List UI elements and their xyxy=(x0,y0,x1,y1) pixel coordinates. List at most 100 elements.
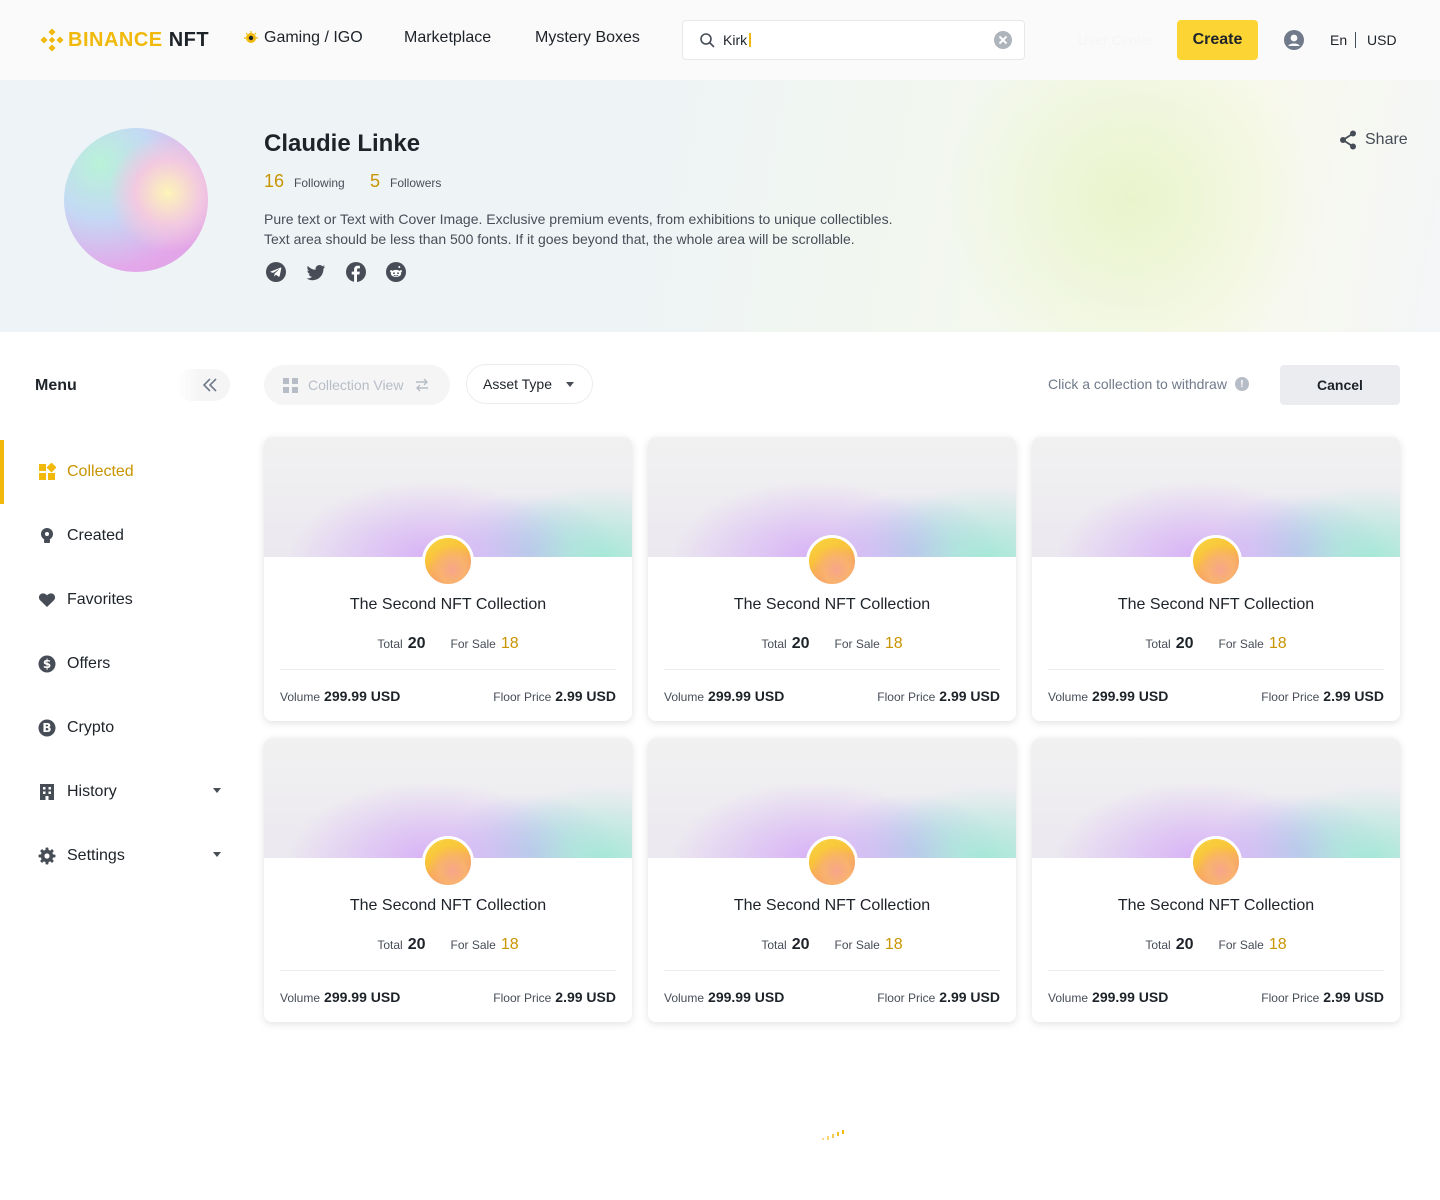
sidebar-item-collected[interactable]: Collected xyxy=(0,440,240,504)
logo-suffix: NFT xyxy=(168,28,210,51)
for-sale-label: For Sale xyxy=(1218,637,1264,651)
collection-counts: Total 20 For Sale 18 xyxy=(1032,635,1400,653)
clear-search-icon[interactable] xyxy=(994,31,1012,49)
floor-price-stat: Floor Price 2.99 USD xyxy=(1261,688,1384,706)
collection-counts: Total 20 For Sale 18 xyxy=(648,936,1016,954)
create-button[interactable]: Create xyxy=(1177,20,1258,60)
chevron-down-icon xyxy=(213,852,221,857)
floor-price-label: Floor Price xyxy=(1261,991,1320,1005)
sidebar-item-offers[interactable]: $ Offers xyxy=(0,632,240,696)
volume-stat: Volume 299.99 USD xyxy=(280,989,400,1007)
reddit-icon[interactable] xyxy=(386,262,406,282)
profile-banner xyxy=(0,80,1440,332)
nav-marketplace[interactable]: Marketplace xyxy=(404,29,491,47)
binance-logo-icon xyxy=(40,28,64,52)
collection-stats: Volume 299.99 USD Floor Price 2.99 USD xyxy=(280,989,616,1007)
search-input[interactable]: Kirk xyxy=(723,32,747,48)
nav-gaming-igo[interactable]: Gaming / IGO xyxy=(244,29,363,47)
floor-price-stat: Floor Price 2.99 USD xyxy=(493,688,616,706)
asset-type-dropdown[interactable]: Asset Type xyxy=(466,364,593,404)
user-profile-icon[interactable] xyxy=(1284,30,1304,50)
sidebar-item-crypto[interactable]: B Crypto xyxy=(0,696,240,760)
collection-stats: Volume 299.99 USD Floor Price 2.99 USD xyxy=(1048,989,1384,1007)
sidebar-item-label: Offers xyxy=(67,655,111,672)
floor-price-label: Floor Price xyxy=(877,690,936,704)
language-selector[interactable]: En xyxy=(1330,32,1347,48)
bulb-icon xyxy=(41,528,53,543)
collection-logo xyxy=(1190,836,1242,888)
collection-card[interactable]: The Second NFT Collection Total 20 For Sale… xyxy=(264,437,632,721)
binance-nft-logo[interactable]: BINANCE NFT xyxy=(40,28,209,52)
volume-value: 299.99 USD xyxy=(324,989,401,1005)
floor-price-value: 2.99 USD xyxy=(939,688,1000,704)
share-button[interactable]: Share xyxy=(1339,130,1408,150)
sidebar-item-created[interactable]: Created xyxy=(0,504,240,568)
twitter-icon[interactable] xyxy=(306,262,326,282)
for-sale-label: For Sale xyxy=(1218,938,1264,952)
card-divider xyxy=(1048,970,1384,971)
following-stat[interactable]: 16 Following xyxy=(264,171,345,192)
card-divider xyxy=(664,970,1000,971)
for-sale-label: For Sale xyxy=(450,938,496,952)
following-label: Following xyxy=(294,176,345,190)
info-icon[interactable]: ! xyxy=(1234,377,1249,391)
sidebar-item-label: Crypto xyxy=(67,719,115,736)
followers-stat[interactable]: 5 Followers xyxy=(370,171,441,192)
collection-card[interactable]: The Second NFT Collection Total 20 For Sale… xyxy=(648,437,1016,721)
swap-icon xyxy=(416,378,429,392)
sidebar-item-history[interactable]: History xyxy=(0,760,240,824)
total-label: Total xyxy=(1145,637,1171,651)
view-toggle-label: Collection View xyxy=(308,377,404,393)
sidebar-item-favorites[interactable]: Favorites xyxy=(0,568,240,632)
followers-count: 5 xyxy=(370,171,381,191)
for-sale-value: 18 xyxy=(1268,635,1287,652)
search-icon xyxy=(700,33,715,48)
for-sale-value: 18 xyxy=(500,936,519,953)
dollar-icon: $ xyxy=(38,655,56,673)
collection-title: The Second NFT Collection xyxy=(1117,596,1315,613)
collection-card[interactable]: The Second NFT Collection Total 20 For Sale… xyxy=(264,738,632,1022)
floor-price-label: Floor Price xyxy=(493,991,552,1005)
collection-logo xyxy=(1190,535,1242,587)
cancel-button[interactable]: Cancel xyxy=(1280,365,1400,405)
collection-card[interactable]: The Second NFT Collection Total 20 For Sale… xyxy=(648,738,1016,1022)
volume-label: Volume xyxy=(664,690,705,704)
collection-title: The Second NFT Collection xyxy=(733,596,931,613)
building-icon xyxy=(40,784,54,800)
volume-stat: Volume 299.99 USD xyxy=(664,989,784,1007)
volume-label: Volume xyxy=(280,991,321,1005)
collection-title: The Second NFT Collection xyxy=(733,897,931,914)
total-value: 20 xyxy=(791,936,810,953)
total-value: 20 xyxy=(1175,936,1194,953)
collapse-sidebar-button[interactable] xyxy=(176,369,230,401)
search-box[interactable]: Kirk xyxy=(682,20,1025,60)
for-sale-value: 18 xyxy=(1268,936,1287,953)
following-count: 16 xyxy=(264,171,285,191)
for-sale-value: 18 xyxy=(500,635,519,652)
telegram-icon[interactable] xyxy=(266,262,286,282)
sidebar-item-label: Collected xyxy=(67,463,134,480)
collection-card[interactable]: The Second NFT Collection Total 20 For Sale… xyxy=(1032,437,1400,721)
currency-selector[interactable]: USD xyxy=(1367,32,1397,48)
caret-down-icon xyxy=(566,381,575,387)
collection-view-toggle[interactable]: Collection View xyxy=(264,365,450,405)
loading-spinner-icon xyxy=(822,1130,844,1140)
bitcoin-icon: B xyxy=(38,719,56,737)
floor-price-value: 2.99 USD xyxy=(555,989,616,1005)
collection-stats: Volume 299.99 USD Floor Price 2.99 USD xyxy=(1048,688,1384,706)
floor-price-label: Floor Price xyxy=(877,991,936,1005)
for-sale-label: For Sale xyxy=(834,938,880,952)
facebook-icon[interactable] xyxy=(346,262,366,282)
total-label: Total xyxy=(761,637,787,651)
sidebar-item-settings[interactable]: Settings xyxy=(0,824,240,888)
collection-counts: Total 20 For Sale 18 xyxy=(264,936,632,954)
floor-price-label: Floor Price xyxy=(493,690,552,704)
nav-gaming-label: Gaming / IGO xyxy=(264,29,363,46)
total-value: 20 xyxy=(1175,635,1194,652)
sidebar-item-label: Favorites xyxy=(67,591,133,608)
volume-value: 299.99 USD xyxy=(1092,688,1169,704)
nav-mystery-boxes[interactable]: Mystery Boxes xyxy=(535,29,640,47)
collection-card[interactable]: The Second NFT Collection Total 20 For Sale… xyxy=(1032,738,1400,1022)
gaming-icon xyxy=(244,31,258,43)
user-center-link[interactable]: User Center xyxy=(1078,32,1153,48)
